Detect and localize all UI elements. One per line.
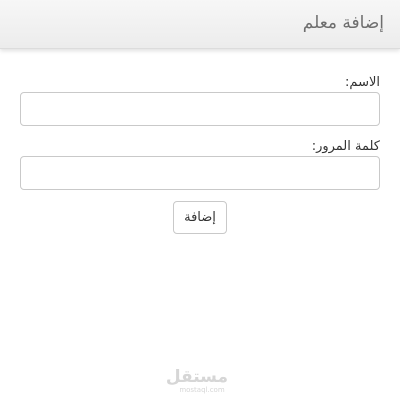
watermark-logo: مستقل: [165, 367, 228, 387]
watermark-url: mostaql.com: [179, 386, 225, 394]
header-bar: إضافة معلم: [0, 0, 400, 49]
add-button[interactable]: إضافة: [173, 201, 227, 234]
password-input[interactable]: [20, 156, 380, 190]
add-teacher-form: الاسم: كلمة المرور: إضافة: [20, 74, 380, 234]
name-input[interactable]: [20, 92, 380, 126]
page-title: إضافة معلم: [302, 13, 384, 33]
password-label: كلمة المرور:: [311, 139, 380, 154]
form-actions: إضافة: [20, 201, 380, 234]
name-label: الاسم:: [345, 75, 380, 90]
add-teacher-page: إضافة معلم الاسم: كلمة المرور: إضافة مست…: [0, 0, 400, 400]
mostaql-watermark: مستقل mostaql.com: [165, 367, 228, 395]
